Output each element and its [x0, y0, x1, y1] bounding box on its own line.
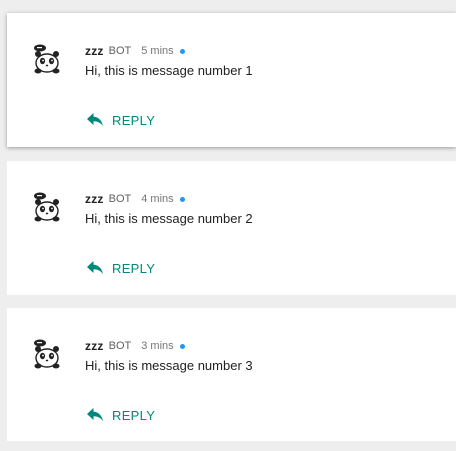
message-meta: zzz BOT 5 mins	[85, 43, 185, 59]
unread-dot-icon	[179, 196, 185, 202]
timestamp: 4 mins	[141, 193, 174, 205]
message-text: Hi, this is message number 2	[85, 211, 253, 226]
message-card: zzz BOT 3 mins Hi, this is message numbe…	[7, 308, 456, 441]
reply-button[interactable]: REPLY	[87, 405, 155, 425]
message-card: zzz BOT 4 mins Hi, this is message numbe…	[7, 161, 456, 295]
panda-avatar-icon	[31, 191, 63, 223]
panda-avatar-icon	[31, 338, 63, 370]
reply-button[interactable]: REPLY	[87, 110, 155, 130]
reply-label: REPLY	[112, 260, 156, 276]
message-text: Hi, this is message number 3	[85, 358, 253, 373]
username[interactable]: zzz	[85, 339, 104, 353]
reply-arrow-icon	[87, 408, 103, 422]
reply-label: REPLY	[112, 407, 156, 423]
message-text: Hi, this is message number 1	[85, 63, 253, 78]
bot-tag: BOT	[108, 340, 132, 352]
bot-tag: BOT	[108, 45, 132, 57]
reply-button[interactable]: REPLY	[87, 258, 155, 278]
message-meta: zzz BOT 3 mins	[85, 338, 185, 354]
reply-arrow-icon	[87, 261, 103, 275]
bot-tag: BOT	[108, 193, 132, 205]
unread-dot-icon	[179, 343, 185, 349]
username[interactable]: zzz	[85, 44, 104, 58]
reply-arrow-icon	[87, 113, 103, 127]
unread-dot-icon	[179, 48, 185, 54]
message-card: zzz BOT 5 mins Hi, this is message numbe…	[7, 13, 456, 147]
reply-label: REPLY	[112, 112, 156, 128]
username[interactable]: zzz	[85, 192, 104, 206]
timestamp: 5 mins	[141, 45, 174, 57]
timestamp: 3 mins	[141, 340, 174, 352]
panda-avatar-icon	[31, 43, 63, 75]
message-meta: zzz BOT 4 mins	[85, 191, 185, 207]
